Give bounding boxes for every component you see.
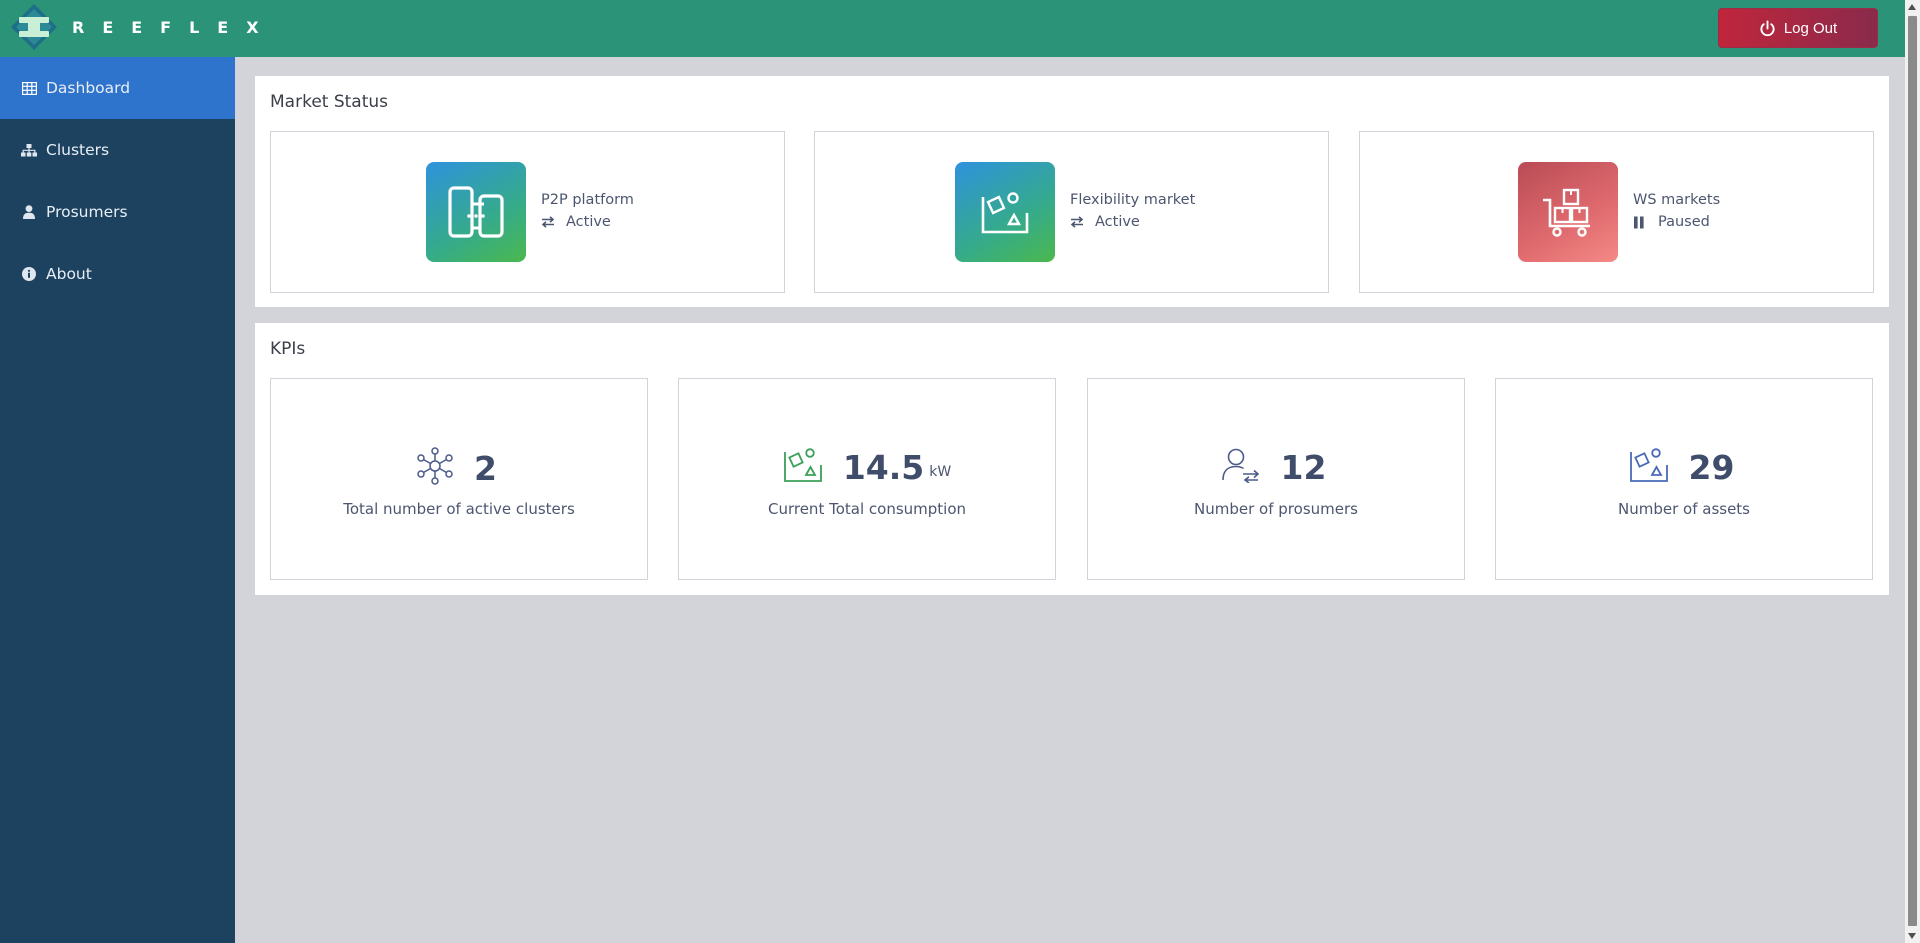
- market-card-p2p[interactable]: P2P platform Active: [270, 131, 785, 293]
- kpi-value: 2: [474, 448, 497, 488]
- kpi-card-prosumers: 12 Number of prosumers: [1087, 378, 1465, 580]
- sidebar: Dashboard Clusters Prosumers About: [0, 57, 235, 943]
- logout-button[interactable]: Log Out: [1718, 8, 1878, 48]
- sidebar-item-prosumers[interactable]: Prosumers: [0, 181, 235, 243]
- market-status-text: Active: [1095, 214, 1140, 230]
- sidebar-item-label: Clusters: [46, 141, 110, 159]
- logout-label: Log Out: [1783, 19, 1838, 37]
- kpi-value: 14.5: [842, 447, 925, 487]
- kpi-card-assets: 29 Number of assets: [1495, 378, 1873, 580]
- sidebar-item-label: Prosumers: [46, 203, 128, 221]
- market-name: Flexibility market: [1070, 192, 1196, 208]
- kpi-card-clusters: 2 Total number of active clusters: [270, 378, 648, 580]
- power-icon: [1759, 19, 1776, 37]
- info-circle-icon: [20, 267, 38, 281]
- exchange-icon: [541, 216, 557, 228]
- table-icon: [20, 81, 38, 95]
- sidebar-item-clusters[interactable]: Clusters: [0, 119, 235, 181]
- prosumer-exchange-icon: [1221, 447, 1261, 487]
- assets-icon: [1629, 447, 1669, 487]
- kpi-label: Number of assets: [1618, 500, 1750, 518]
- kpi-value: 12: [1280, 447, 1327, 487]
- kpi-label: Current Total consumption: [767, 500, 967, 518]
- scroll-up-icon[interactable]: [1908, 4, 1916, 10]
- market-name: WS markets: [1633, 192, 1721, 208]
- market-card-ws[interactable]: WS markets Paused: [1359, 131, 1874, 293]
- user-icon: [20, 205, 38, 219]
- page-scrollbar[interactable]: [1905, 0, 1920, 943]
- sitemap-icon: [20, 143, 38, 157]
- sidebar-item-dashboard[interactable]: Dashboard: [0, 57, 235, 119]
- market-status-title: Market Status: [270, 92, 389, 112]
- sidebar-item-label: Dashboard: [46, 79, 131, 97]
- market-status-panel: Market Status P2P platform Active Flexib…: [255, 76, 1889, 307]
- brand-name: REEFLEX: [72, 17, 277, 37]
- kpi-label: Total number of active clusters: [343, 500, 575, 518]
- scroll-down-icon[interactable]: [1908, 933, 1916, 939]
- market-status-text: Active: [566, 214, 611, 230]
- market-card-flexibility[interactable]: Flexibility market Active: [814, 131, 1329, 293]
- consumption-icon: [783, 447, 823, 487]
- cluster-network-icon: [416, 447, 454, 489]
- p2p-devices-icon: [426, 162, 526, 262]
- kpis-panel: KPIs 2 Total number of active clusters 1…: [255, 323, 1889, 595]
- pause-icon: [1633, 216, 1649, 229]
- exchange-icon: [1070, 216, 1086, 228]
- kpis-title: KPIs: [270, 339, 306, 359]
- market-status-text: Paused: [1658, 214, 1710, 230]
- reeflex-logo-icon: [10, 3, 58, 51]
- cart-boxes-icon: [1518, 162, 1618, 262]
- kpi-card-consumption: 14.5 kW Current Total consumption: [678, 378, 1056, 580]
- scrollbar-thumb[interactable]: [1908, 16, 1917, 926]
- kpi-unit: kW: [929, 464, 952, 480]
- sidebar-item-about[interactable]: About: [0, 243, 235, 305]
- kpi-value: 29: [1688, 447, 1735, 487]
- sidebar-item-label: About: [46, 265, 92, 283]
- market-name: P2P platform: [541, 192, 634, 208]
- logo[interactable]: REEFLEX: [10, 3, 277, 51]
- flexibility-icon: [955, 162, 1055, 262]
- top-bar: REEFLEX Log Out: [0, 0, 1905, 57]
- kpi-label: Number of prosumers: [1194, 500, 1358, 518]
